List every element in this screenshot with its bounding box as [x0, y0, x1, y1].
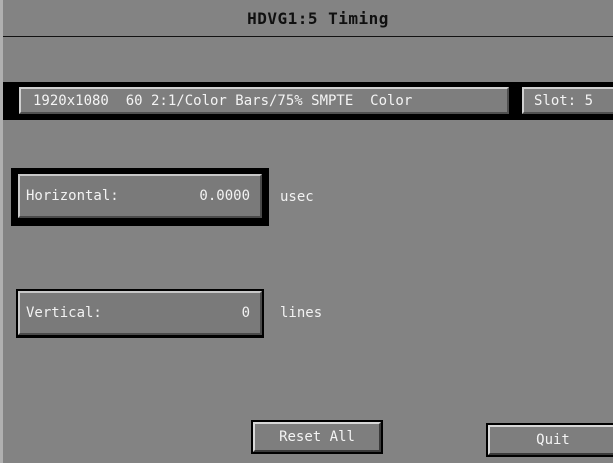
vertical-value: 0 [241, 305, 250, 321]
horizontal-value: 0.0000 [199, 188, 250, 204]
format-display: 1920x1080 60 2:1/Color Bars/75% SMPTE Co… [19, 87, 509, 114]
horizontal-label: Horizontal: [26, 188, 119, 204]
timing-screen: HDVG1:5 Timing 1920x1080 60 2:1/Color Ba… [0, 0, 613, 463]
slot-display: Slot: 5 [522, 87, 613, 114]
quit-button[interactable]: Quit [488, 425, 613, 455]
vertical-unit: lines [280, 305, 323, 321]
title-bar: HDVG1:5 Timing [3, 0, 613, 37]
reset-all-button[interactable]: Reset All [253, 422, 381, 452]
vertical-field[interactable]: Vertical: 0 [18, 291, 262, 335]
horizontal-field[interactable]: Horizontal: 0.0000 [18, 174, 262, 218]
vertical-label: Vertical: [26, 305, 102, 321]
window-title: HDVG1:5 Timing [247, 8, 389, 28]
horizontal-unit: usec [280, 189, 314, 205]
